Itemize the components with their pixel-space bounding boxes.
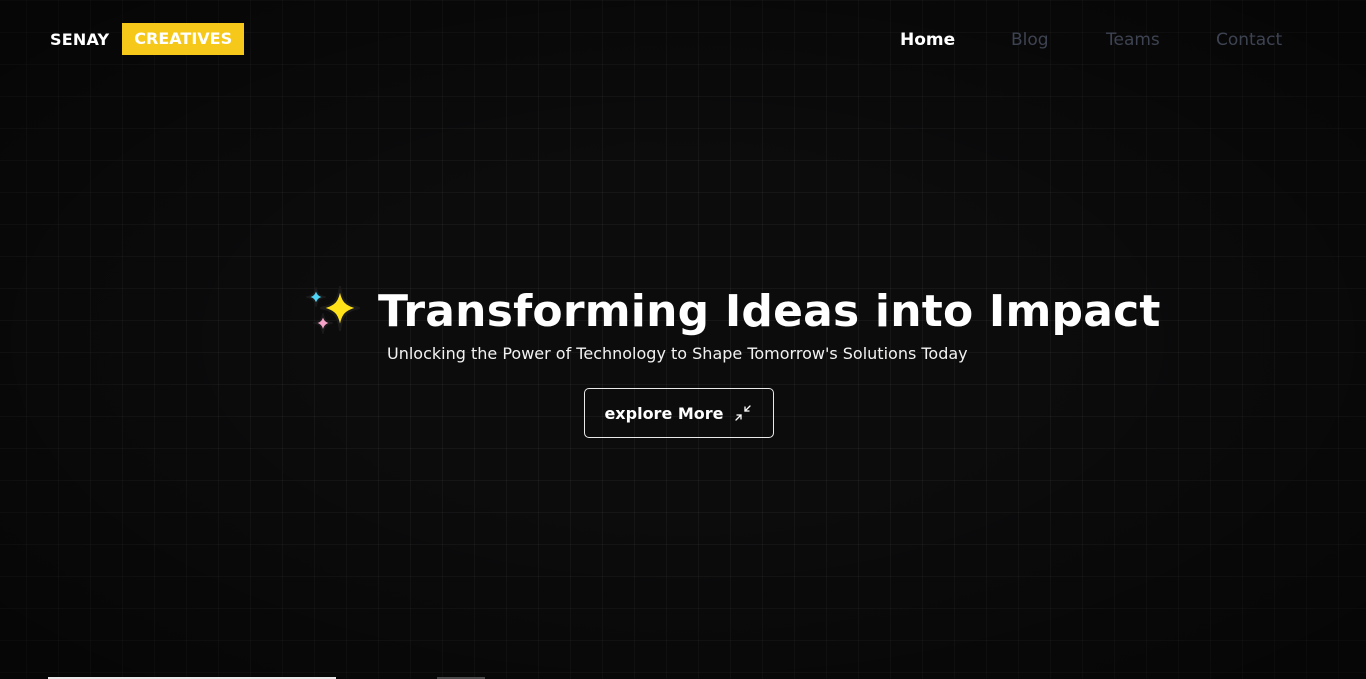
main-nav: Home Blog Teams Contact <box>0 30 1366 50</box>
nav-link-blog[interactable]: Blog <box>1011 30 1049 50</box>
explore-more-label: explore More <box>604 403 724 423</box>
hero-title: Transforming Ideas into Impact <box>304 281 1161 341</box>
nav-link-contact[interactable]: Contact <box>1216 30 1282 50</box>
hero-subtitle: Unlocking the Power of Technology to Sha… <box>387 344 968 363</box>
arrows-in-icon <box>734 405 751 421</box>
nav-link-home[interactable]: Home <box>900 30 955 50</box>
nav-link-teams[interactable]: Teams <box>1106 30 1160 50</box>
hero-title-text: Transforming Ideas into Impact <box>378 285 1161 337</box>
explore-more-button[interactable]: explore More <box>584 388 774 438</box>
sparkles-icon <box>306 285 361 334</box>
page: SENAY CREATIVES Home Blog Teams Contact … <box>0 0 1366 679</box>
